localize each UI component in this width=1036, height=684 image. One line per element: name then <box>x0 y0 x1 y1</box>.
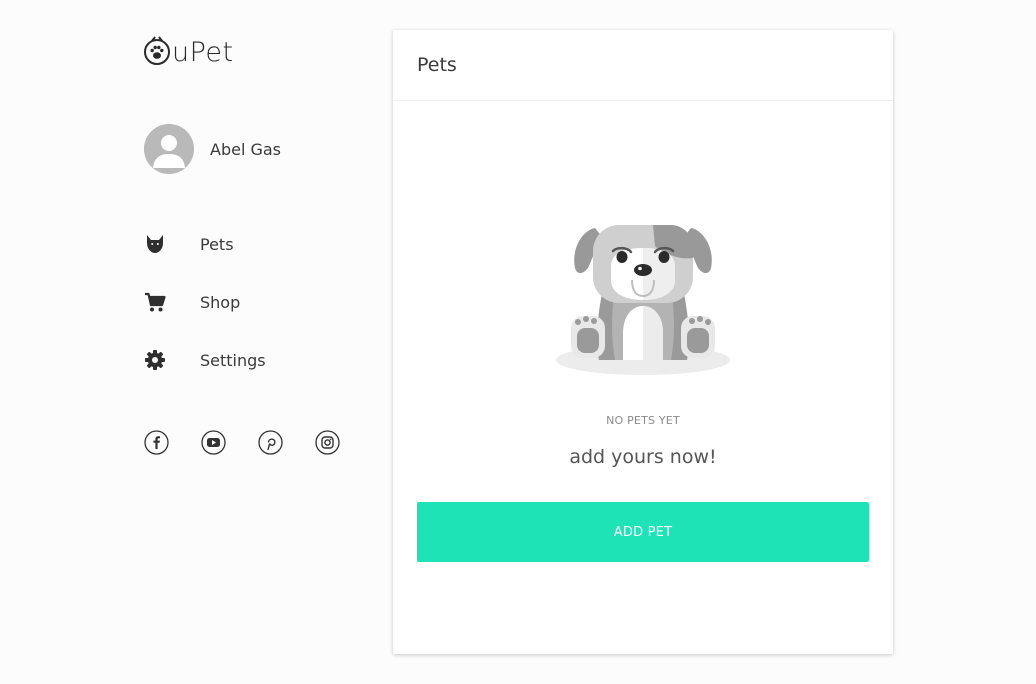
card-header: Pets <box>393 30 893 101</box>
user-name: Abel Gas <box>210 139 282 159</box>
empty-state-title: NO PETS YET <box>606 414 680 427</box>
main-nav: Pets Shop Settings <box>144 228 266 402</box>
dog-head-icon <box>144 233 166 255</box>
empty-state-illustration <box>553 188 733 378</box>
pets-card: Pets NO PETS YET add yours now! ADD PET <box>393 30 893 654</box>
youtube-icon[interactable] <box>201 430 226 455</box>
social-links <box>144 430 372 455</box>
pinterest-icon[interactable] <box>258 430 283 455</box>
nav-item-shop[interactable]: Shop <box>144 286 266 318</box>
page-title: Pets <box>417 54 457 76</box>
paw-logo-icon <box>143 36 171 66</box>
gear-icon <box>144 349 166 371</box>
empty-state-subtitle: add yours now! <box>569 446 717 468</box>
nav-item-pets[interactable]: Pets <box>144 228 266 260</box>
nav-item-settings[interactable]: Settings <box>144 344 266 376</box>
logo-text: uPet <box>172 37 234 68</box>
avatar[interactable] <box>144 124 194 174</box>
app-root: uPet Abel Gas Pets Shop Settings Pets NO… <box>0 0 1036 684</box>
instagram-icon[interactable] <box>315 430 340 455</box>
nav-item-label: Pets <box>200 234 234 254</box>
cart-icon <box>144 291 166 313</box>
logo[interactable]: uPet <box>143 34 234 66</box>
add-pet-button[interactable]: ADD PET <box>417 502 869 562</box>
user-profile[interactable]: Abel Gas <box>144 124 281 174</box>
nav-item-label: Settings <box>200 350 266 370</box>
facebook-icon[interactable] <box>144 430 169 455</box>
nav-item-label: Shop <box>200 292 241 312</box>
